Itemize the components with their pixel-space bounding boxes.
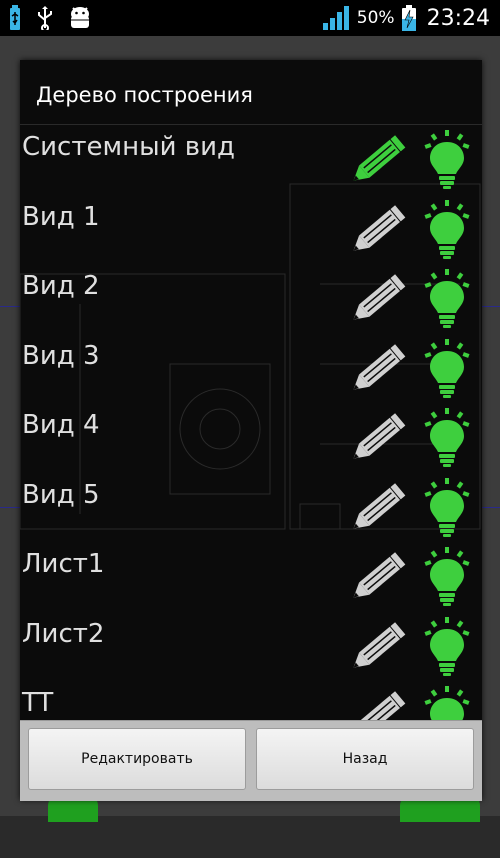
pencil-icon[interactable] [348, 202, 408, 258]
lightbulb-icon[interactable] [424, 338, 470, 399]
tree-item-label: Вид 4 [22, 410, 100, 440]
pencil-icon[interactable] [348, 271, 408, 327]
battery-percent: 50% [356, 8, 395, 28]
tree-item[interactable]: Вид 1 [20, 194, 482, 264]
dialog-button-bar: Редактировать Назад [20, 720, 482, 801]
lightbulb-icon[interactable] [424, 199, 470, 260]
lightbulb-icon[interactable] [424, 130, 470, 190]
tree-item[interactable]: Системный вид [20, 124, 482, 194]
pencil-icon[interactable] [348, 341, 408, 397]
tree-item-label: Вид 5 [22, 479, 100, 510]
lightbulb-icon[interactable] [424, 477, 470, 538]
status-bar: 50% 23:24 [0, 0, 500, 36]
tree-item-label: Лист1 [22, 549, 105, 579]
edit-button[interactable]: Редактировать [28, 728, 246, 790]
background-toolbar [0, 816, 500, 858]
tree-item-label: Вид 3 [22, 340, 100, 371]
usb-icon [38, 6, 52, 30]
back-button[interactable]: Назад [256, 728, 474, 790]
build-tree-list[interactable]: Системный вид Вид 1 Вид 2 Вид 3 Вид 4 Вид 5 Ли… [20, 124, 482, 774]
tree-item[interactable]: Лист1 [20, 541, 482, 611]
tree-item[interactable]: Вид 5 [20, 472, 482, 542]
signal-icon [322, 6, 349, 30]
lightbulb-icon[interactable] [424, 547, 470, 607]
battery-charging-icon [401, 5, 416, 31]
pencil-icon[interactable] [348, 549, 408, 605]
tree-item-label: TT [22, 688, 54, 718]
tree-item[interactable]: Вид 4 [20, 402, 482, 472]
tree-item-label: Вид 1 [22, 201, 100, 232]
dialog-title: Дерево построения [20, 60, 482, 125]
build-tree-dialog: Дерево построения Системный вид Вид 1 Вид … [20, 60, 482, 801]
build-tree-rows: Системный вид Вид 1 Вид 2 Вид 3 Вид 4 Вид 5 Ли… [20, 124, 482, 750]
pencil-icon[interactable] [348, 480, 408, 536]
lightbulb-icon[interactable] [424, 269, 470, 329]
tree-item[interactable]: Лист2 [20, 611, 482, 681]
android-debug-icon [71, 7, 89, 28]
lightbulb-icon[interactable] [424, 408, 470, 468]
tree-item-label: Лист2 [22, 618, 105, 649]
status-bar-left-icons [8, 4, 92, 32]
lightbulb-icon[interactable] [424, 616, 470, 677]
tree-item[interactable]: Вид 2 [20, 263, 482, 333]
usb-debug-icon [10, 5, 20, 30]
tree-item-label: Вид 2 [22, 271, 100, 301]
tree-item-label: Системный вид [22, 132, 235, 162]
status-bar-right: 50% 23:24 [322, 4, 490, 32]
pencil-icon[interactable] [348, 619, 408, 675]
pencil-icon[interactable] [348, 132, 408, 188]
pencil-icon[interactable] [348, 410, 408, 466]
tree-item[interactable]: Вид 3 [20, 333, 482, 403]
clock: 23:24 [426, 5, 490, 31]
